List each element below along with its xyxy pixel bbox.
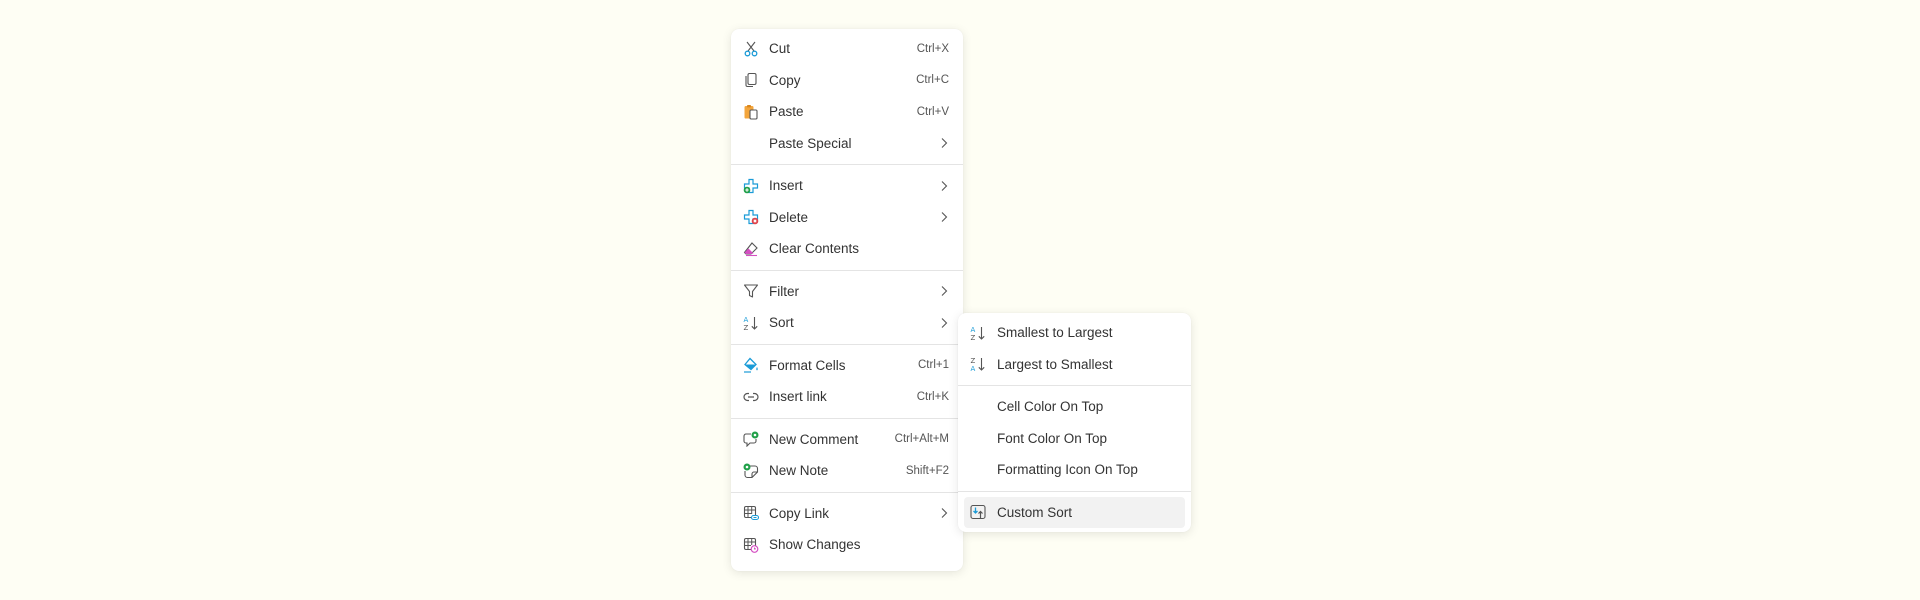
menu-item-label: Filter bbox=[769, 283, 799, 299]
menu-item-label: Sort bbox=[769, 315, 794, 331]
menu-item-label: Largest to Smallest bbox=[997, 356, 1113, 372]
svg-text:Z: Z bbox=[971, 357, 976, 365]
menu-item-format-cells[interactable]: Format Cells Ctrl+1 bbox=[731, 350, 963, 382]
context-menu: Cut Ctrl+X Copy Ctrl+C Paste Ctrl+V Past… bbox=[731, 29, 963, 571]
submenu-item-formatting-icon-on-top[interactable]: Formatting Icon On Top bbox=[958, 454, 1191, 486]
shortcut-label: Ctrl+V bbox=[916, 105, 949, 118]
menu-divider bbox=[958, 490, 1191, 492]
new-comment-icon bbox=[743, 431, 759, 448]
menu-item-insert[interactable]: Insert bbox=[731, 170, 963, 202]
menu-item-label: Paste Special bbox=[769, 135, 852, 151]
paint-bucket-icon bbox=[743, 357, 759, 373]
menu-item-label: New Comment bbox=[769, 431, 859, 447]
menu-divider bbox=[731, 491, 963, 493]
menu-item-label: New Note bbox=[769, 463, 829, 479]
submenu-item-custom-sort[interactable]: Custom Sort bbox=[964, 496, 1185, 528]
menu-divider bbox=[958, 385, 1191, 386]
menu-item-label: Show Changes bbox=[769, 537, 861, 553]
menu-divider bbox=[731, 417, 963, 419]
delete-cells-icon bbox=[743, 209, 759, 225]
menu-item-label: Format Cells bbox=[769, 357, 846, 373]
menu-item-paste[interactable]: Paste Ctrl+V bbox=[731, 96, 963, 128]
menu-item-label: Cut bbox=[769, 41, 791, 57]
menu-item-show-changes[interactable]: Show Changes bbox=[731, 529, 963, 561]
menu-item-delete[interactable]: Delete bbox=[731, 202, 963, 234]
menu-item-cut[interactable]: Cut Ctrl+X bbox=[731, 33, 963, 65]
sort-submenu: AZ Smallest to Largest ZA Largest to Sma… bbox=[958, 313, 1191, 532]
copy-icon bbox=[743, 72, 759, 88]
menu-item-new-comment[interactable]: New Comment Ctrl+Alt+M bbox=[731, 424, 963, 456]
shortcut-label: Ctrl+Alt+M bbox=[894, 433, 949, 446]
shortcut-label: Ctrl+K bbox=[916, 390, 949, 403]
menu-item-insert-link[interactable]: Insert link Ctrl+K bbox=[731, 381, 963, 413]
menu-item-copy-link[interactable]: Copy Link bbox=[731, 498, 963, 530]
sort-ascending-icon: AZ bbox=[970, 325, 986, 341]
menu-item-label: Insert link bbox=[769, 389, 827, 405]
chevron-right-icon bbox=[939, 180, 949, 192]
svg-text:A: A bbox=[971, 326, 976, 334]
sort-descending-icon: ZA bbox=[970, 356, 986, 372]
menu-item-label: Insert bbox=[769, 178, 803, 194]
insert-cells-icon bbox=[743, 178, 759, 194]
chevron-right-icon bbox=[939, 211, 949, 223]
filter-icon bbox=[743, 283, 759, 299]
sort-icon: AZ bbox=[743, 315, 759, 331]
chevron-right-icon bbox=[939, 507, 949, 519]
shortcut-label: Ctrl+1 bbox=[918, 359, 949, 372]
paste-icon bbox=[743, 104, 759, 120]
menu-item-label: Formatting Icon On Top bbox=[997, 462, 1138, 478]
menu-item-copy[interactable]: Copy Ctrl+C bbox=[731, 65, 963, 97]
show-changes-icon bbox=[743, 537, 759, 553]
submenu-item-smallest-to-largest[interactable]: AZ Smallest to Largest bbox=[958, 317, 1191, 349]
menu-divider bbox=[731, 343, 963, 345]
menu-item-label: Delete bbox=[769, 209, 809, 225]
menu-item-new-note[interactable]: New Note Shift+F2 bbox=[731, 455, 963, 487]
menu-item-label: Smallest to Largest bbox=[997, 325, 1113, 341]
shortcut-label: Ctrl+X bbox=[916, 42, 949, 55]
menu-item-label: Font Color On Top bbox=[997, 430, 1108, 446]
shortcut-label: Shift+F2 bbox=[905, 464, 949, 477]
link-icon bbox=[743, 389, 759, 405]
menu-item-label: Paste bbox=[769, 104, 804, 120]
shortcut-label: Ctrl+C bbox=[916, 74, 949, 87]
svg-text:Z: Z bbox=[744, 324, 749, 331]
chevron-right-icon bbox=[939, 285, 949, 297]
copy-link-icon bbox=[743, 505, 759, 521]
submenu-item-largest-to-smallest[interactable]: ZA Largest to Smallest bbox=[958, 349, 1191, 381]
menu-item-clear-contents[interactable]: Clear Contents bbox=[731, 233, 963, 265]
menu-item-filter[interactable]: Filter bbox=[731, 276, 963, 308]
menu-item-label: Copy bbox=[769, 72, 801, 88]
scissors-icon bbox=[743, 41, 759, 57]
submenu-item-cell-color-on-top[interactable]: Cell Color On Top bbox=[958, 391, 1191, 423]
svg-text:A: A bbox=[971, 365, 976, 372]
menu-item-label: Cell Color On Top bbox=[997, 399, 1104, 415]
submenu-item-font-color-on-top[interactable]: Font Color On Top bbox=[958, 423, 1191, 455]
custom-sort-icon bbox=[970, 504, 986, 520]
eraser-icon bbox=[743, 241, 759, 257]
new-note-icon bbox=[743, 463, 759, 479]
menu-item-label: Copy Link bbox=[769, 505, 830, 521]
svg-text:A: A bbox=[744, 316, 749, 324]
menu-item-sort[interactable]: AZ Sort bbox=[731, 307, 963, 339]
menu-item-paste-special[interactable]: Paste Special bbox=[731, 128, 963, 160]
menu-divider bbox=[731, 269, 963, 271]
svg-text:Z: Z bbox=[971, 334, 976, 341]
chevron-right-icon bbox=[939, 137, 949, 149]
chevron-right-icon bbox=[939, 317, 949, 329]
menu-item-label: Clear Contents bbox=[769, 241, 860, 257]
menu-item-label: Custom Sort bbox=[997, 504, 1073, 520]
menu-divider bbox=[731, 164, 963, 165]
